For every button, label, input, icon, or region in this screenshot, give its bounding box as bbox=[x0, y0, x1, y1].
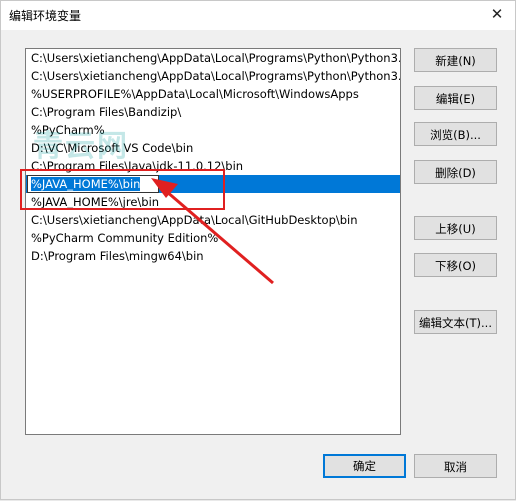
edit-button[interactable]: 编辑(E) bbox=[414, 86, 497, 110]
path-text: %PyCharm Community Edition% bbox=[31, 231, 219, 245]
path-list-item[interactable]: C:\Users\xietiancheng\AppData\Local\Prog… bbox=[26, 67, 400, 85]
watermark: 青云网 bbox=[33, 129, 129, 164]
path-text: C:\Users\xietiancheng\AppData\Local\GitH… bbox=[31, 213, 358, 227]
path-list-item[interactable]: C:\Program Files\Bandizip\ bbox=[26, 103, 400, 121]
path-list-item[interactable]: C:\Users\xietiancheng\AppData\Local\GitH… bbox=[26, 211, 400, 229]
path-text: %USERPROFILE%\AppData\Local\Microsoft\Wi… bbox=[31, 87, 359, 101]
ok-button[interactable]: 确定 bbox=[323, 454, 406, 478]
path-text: C:\Users\xietiancheng\AppData\Local\Prog… bbox=[31, 69, 400, 83]
path-list-item[interactable]: %USERPROFILE%\AppData\Local\Microsoft\Wi… bbox=[26, 85, 400, 103]
path-list[interactable]: C:\Users\xietiancheng\AppData\Local\Prog… bbox=[25, 48, 401, 435]
path-text: C:\Program Files\Bandizip\ bbox=[31, 105, 182, 119]
dialog-title: 编辑环境变量 bbox=[9, 9, 82, 23]
cancel-button[interactable]: 取消 bbox=[414, 454, 497, 478]
edit-text-button[interactable]: 编辑文本(T)... bbox=[414, 310, 497, 334]
annotation-highlight-box bbox=[20, 169, 225, 210]
move-up-button[interactable]: 上移(U) bbox=[414, 216, 497, 240]
delete-button[interactable]: 删除(D) bbox=[414, 160, 497, 184]
browse-button[interactable]: 浏览(B)... bbox=[414, 122, 497, 146]
path-list-item[interactable]: %PyCharm Community Edition% bbox=[26, 229, 400, 247]
path-text: C:\Users\xietiancheng\AppData\Local\Prog… bbox=[31, 51, 400, 65]
path-text: D:\Program Files\mingw64\bin bbox=[31, 249, 204, 263]
path-list-item[interactable]: D:\Program Files\mingw64\bin bbox=[26, 247, 400, 265]
path-list-item[interactable]: C:\Users\xietiancheng\AppData\Local\Prog… bbox=[26, 49, 400, 67]
move-down-button[interactable]: 下移(O) bbox=[414, 253, 497, 277]
title-bar: 编辑环境变量 ✕ bbox=[1, 1, 515, 30]
close-icon[interactable]: ✕ bbox=[487, 4, 507, 24]
edit-env-var-dialog: 编辑环境变量 ✕ C:\Users\xietiancheng\AppData\L… bbox=[0, 0, 516, 500]
new-button[interactable]: 新建(N) bbox=[414, 48, 497, 72]
